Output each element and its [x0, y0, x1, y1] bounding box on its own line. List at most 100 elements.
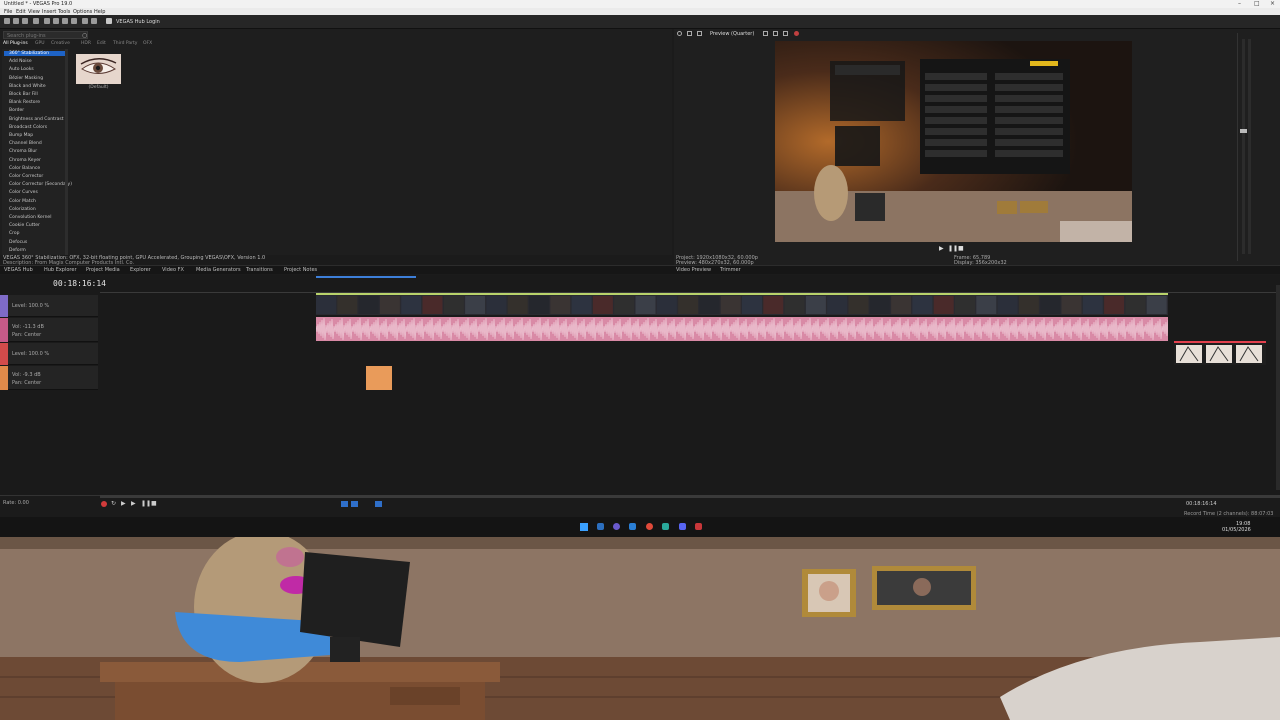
undo-icon[interactable]: [82, 18, 88, 24]
timeline-vertical-scrollbar[interactable]: [1276, 285, 1280, 490]
video-event[interactable]: [316, 293, 1168, 315]
paste-icon[interactable]: [71, 18, 77, 24]
generated-media-event[interactable]: [366, 366, 392, 390]
cut-icon[interactable]: [53, 18, 59, 24]
open-icon[interactable]: [13, 18, 19, 24]
stop-icon[interactable]: ■: [151, 500, 157, 507]
stop-icon[interactable]: ■: [958, 245, 964, 252]
plugin-list-scrollbar[interactable]: [65, 49, 68, 255]
track-level-label[interactable]: Level: 100.0 %: [12, 351, 49, 357]
tab-transitions[interactable]: Transitions: [246, 267, 273, 273]
plugin-list-item[interactable]: Cookie Cutter: [9, 223, 40, 228]
plugin-list-item[interactable]: Border: [9, 108, 24, 113]
envelope-tool-icon[interactable]: [351, 501, 358, 507]
plugin-list-item[interactable]: Colorization: [9, 207, 36, 212]
plugin-list-item[interactable]: Crop: [9, 231, 20, 236]
record-icon[interactable]: [101, 501, 107, 507]
hub-login-label[interactable]: VEGAS Hub Login: [116, 19, 160, 25]
plugin-list-item[interactable]: Black and White: [9, 84, 46, 89]
tab-vegas-hub[interactable]: VEGAS Hub: [4, 267, 33, 273]
track-volume-label[interactable]: Vol: -9.3 dB: [12, 372, 41, 378]
preview-settings-icon[interactable]: [677, 31, 682, 36]
plugin-list-item[interactable]: Bump Map: [9, 133, 33, 138]
plugin-list-item[interactable]: Brightness and Contrast: [9, 117, 64, 122]
preview-quality-dropdown[interactable]: Preview (Quarter): [710, 31, 754, 37]
tab-all-plugins[interactable]: All Plug-ins: [3, 41, 28, 46]
maximize-icon[interactable]: □: [1254, 0, 1260, 7]
plugin-list-item[interactable]: Color Balance: [9, 166, 40, 171]
pause-icon[interactable]: ❚❚: [948, 245, 958, 252]
track-level-label[interactable]: Level: 100.0 %: [12, 303, 49, 309]
plugin-list-item[interactable]: Color Curves: [9, 190, 38, 195]
tab-hub-explorer[interactable]: Hub Explorer: [44, 267, 77, 273]
record-indicator-icon[interactable]: [794, 31, 799, 36]
track-header-video-2[interactable]: Level: 100.0 %: [0, 343, 98, 365]
tab-hdr[interactable]: HDR: [81, 41, 91, 46]
track-header-video-1[interactable]: Level: 100.0 %: [0, 295, 98, 317]
snapping-icon[interactable]: [375, 501, 382, 507]
tab-trimmer[interactable]: Trimmer: [720, 267, 741, 273]
plugin-list-item[interactable]: Defocus: [9, 240, 27, 245]
taskbar-app-icon[interactable]: [597, 523, 604, 530]
overlays-icon[interactable]: [763, 31, 768, 36]
save-snapshot-icon[interactable]: [783, 31, 788, 36]
pause-icon[interactable]: ❚❚: [141, 500, 151, 507]
save-icon[interactable]: [22, 18, 28, 24]
tab-explorer[interactable]: Explorer: [130, 267, 151, 273]
chrome-icon[interactable]: [646, 523, 653, 530]
clock-date[interactable]: 01/05/2026: [1222, 527, 1251, 533]
redo-icon[interactable]: [91, 18, 97, 24]
start-icon[interactable]: [580, 523, 588, 531]
plugin-list-item[interactable]: Color Corrector: [9, 174, 43, 179]
plugin-list-item[interactable]: Broadcast Colors: [9, 125, 47, 130]
timecode-display[interactable]: 00:18:16:14: [53, 279, 106, 288]
track-pan-label[interactable]: Pan: Center: [12, 380, 41, 386]
play-icon[interactable]: ▶: [131, 500, 136, 507]
audio-event[interactable]: [316, 317, 1168, 341]
new-project-icon[interactable]: [4, 18, 10, 24]
plugin-list-item[interactable]: Chroma Keyer: [9, 158, 41, 163]
taskbar-app-icon[interactable]: [629, 523, 636, 530]
vegas-icon[interactable]: [695, 523, 702, 530]
tab-creative[interactable]: Creative: [51, 41, 70, 46]
timeline-horizontal-scrollbar[interactable]: [100, 495, 1280, 498]
taskbar-app-icon[interactable]: [662, 523, 669, 530]
plugin-list-item[interactable]: Add Noise: [9, 59, 32, 64]
normal-edit-tool-icon[interactable]: [341, 501, 348, 507]
plugin-search-field[interactable]: Search plug-ins ○: [3, 31, 88, 39]
properties-icon[interactable]: [33, 18, 39, 24]
tab-ofx[interactable]: OFX: [143, 41, 152, 46]
tab-video-fx[interactable]: Video FX: [162, 267, 184, 273]
close-icon[interactable]: ×: [1270, 0, 1275, 7]
taskbar-app-icon[interactable]: [613, 523, 620, 530]
tab-gpu[interactable]: GPU: [35, 41, 45, 46]
tab-media-generators[interactable]: Media Generators: [196, 267, 241, 273]
track-header-audio-1[interactable]: Vol: -11.3 dB Pan: Center: [0, 318, 98, 342]
tab-project-media[interactable]: Project Media: [86, 267, 120, 273]
loop-icon[interactable]: ↻: [111, 500, 116, 507]
tab-project-notes[interactable]: Project Notes: [284, 267, 317, 273]
plugin-list-item[interactable]: Channel Blend: [9, 141, 42, 146]
split-screen-icon[interactable]: [697, 31, 702, 36]
plugin-list-item[interactable]: Bézier Masking: [9, 76, 43, 81]
plugin-list-item[interactable]: Deform: [9, 248, 26, 253]
plugin-list-item[interactable]: Blank Restore: [9, 100, 40, 105]
hub-user-icon[interactable]: [106, 18, 112, 24]
plugin-list-item[interactable]: Convolution Kernel: [9, 215, 51, 220]
plugin-list-item[interactable]: Auto Looks: [9, 67, 34, 72]
tab-video-preview[interactable]: Video Preview: [676, 267, 711, 273]
discord-icon[interactable]: [679, 523, 686, 530]
master-fader-handle[interactable]: [1240, 129, 1247, 133]
play-icon[interactable]: ▶: [939, 245, 944, 252]
external-monitor-icon[interactable]: [687, 31, 692, 36]
copy-snapshot-icon[interactable]: [773, 31, 778, 36]
tab-third-party[interactable]: Third Party: [113, 41, 137, 46]
track-pan-label[interactable]: Pan: Center: [12, 332, 41, 338]
plugin-list-item[interactable]: Block Bar Fill: [9, 92, 38, 97]
time-ruler[interactable]: [100, 285, 1280, 293]
search-icon[interactable]: ○: [82, 32, 87, 39]
overlay-video-event[interactable]: [1174, 341, 1266, 365]
preset-thumbnail[interactable]: [76, 54, 121, 84]
minimize-icon[interactable]: –: [1238, 0, 1241, 7]
track-header-audio-2[interactable]: Vol: -9.3 dB Pan: Center: [0, 366, 98, 390]
